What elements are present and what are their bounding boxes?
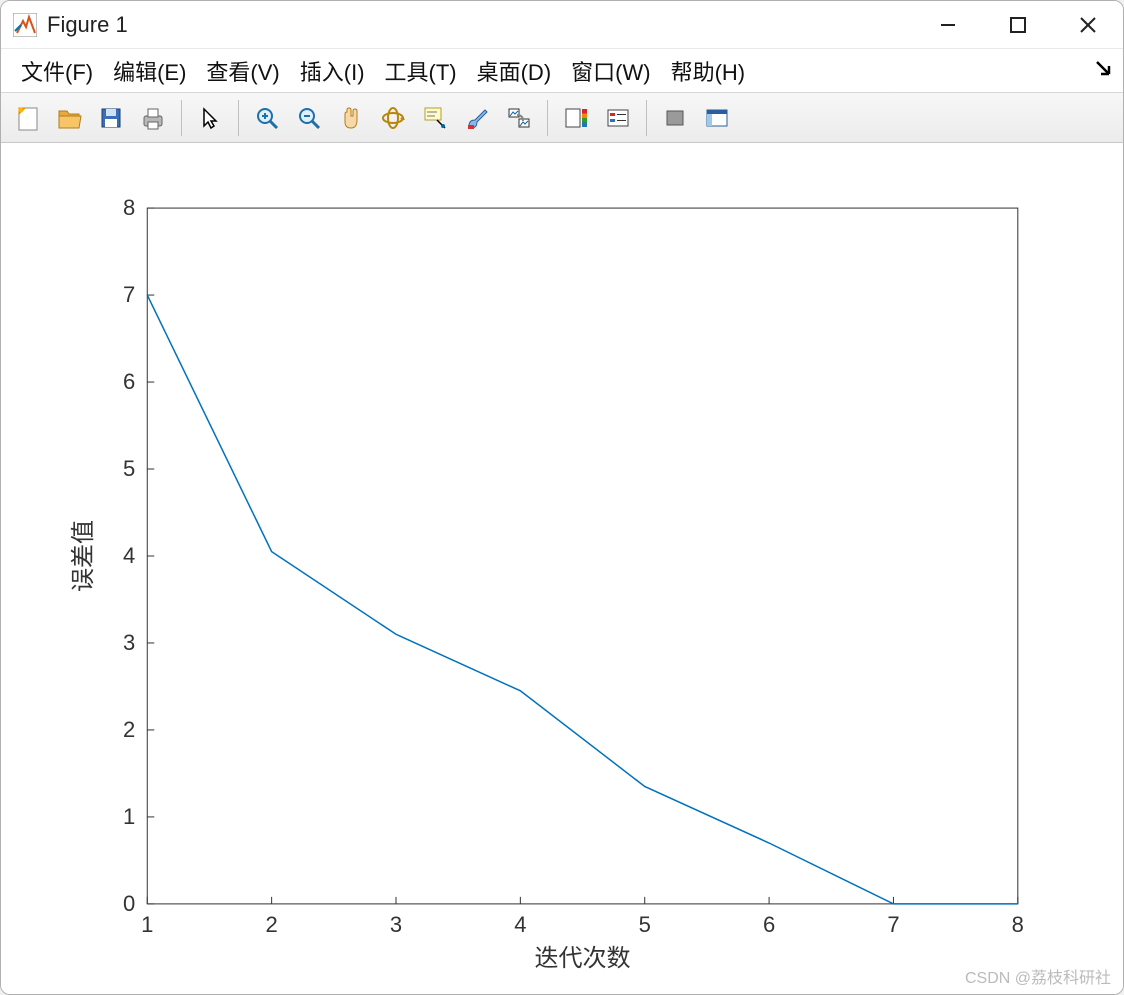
titlebar: Figure 1 [1, 1, 1123, 49]
svg-text:8: 8 [123, 195, 135, 220]
menu-desktop[interactable]: 桌面(D) [467, 51, 562, 91]
svg-text:1: 1 [123, 804, 135, 829]
show-plot-tools-button[interactable] [697, 98, 737, 138]
svg-text:8: 8 [1012, 912, 1024, 937]
rotate-3d-button[interactable] [373, 98, 413, 138]
svg-text:2: 2 [123, 717, 135, 742]
line-chart: 12345678012345678迭代次数误差值 [1, 143, 1123, 994]
save-button[interactable] [91, 98, 131, 138]
menu-help[interactable]: 帮助(H) [661, 51, 756, 91]
svg-text:0: 0 [123, 891, 135, 916]
menu-view[interactable]: 查看(V) [196, 51, 289, 91]
svg-text:5: 5 [639, 912, 651, 937]
svg-text:误差值: 误差值 [70, 520, 97, 592]
menubar: 文件(F) 编辑(E) 查看(V) 插入(I) 工具(T) 桌面(D) 窗口(W… [1, 49, 1123, 93]
svg-text:6: 6 [123, 369, 135, 394]
svg-text:1: 1 [141, 912, 153, 937]
svg-text:5: 5 [123, 456, 135, 481]
menu-file[interactable]: 文件(F) [11, 51, 103, 91]
zoom-in-button[interactable] [247, 98, 287, 138]
colorbar-button[interactable] [556, 98, 596, 138]
figure-window: Figure 1 文件(F) 编辑(E) 查看(V) 插入(I) 工具(T) 桌… [0, 0, 1124, 995]
svg-text:4: 4 [514, 912, 526, 937]
svg-text:2: 2 [265, 912, 277, 937]
minimize-button[interactable] [913, 1, 983, 49]
maximize-button[interactable] [983, 1, 1053, 49]
menu-insert[interactable]: 插入(I) [290, 51, 375, 91]
link-plots-button[interactable] [499, 98, 539, 138]
brush-button[interactable] [457, 98, 497, 138]
menu-window[interactable]: 窗口(W) [561, 51, 660, 91]
print-button[interactable] [133, 98, 173, 138]
menu-tools[interactable]: 工具(T) [375, 51, 467, 91]
legend-button[interactable] [598, 98, 638, 138]
svg-text:3: 3 [123, 630, 135, 655]
svg-text:7: 7 [887, 912, 899, 937]
dock-arrow-icon[interactable] [1095, 58, 1113, 84]
pointer-button[interactable] [190, 98, 230, 138]
new-figure-button[interactable] [7, 98, 47, 138]
pan-button[interactable] [331, 98, 371, 138]
watermark: CSDN @荔枝科研社 [965, 964, 1111, 988]
menu-edit[interactable]: 编辑(E) [103, 51, 196, 91]
hide-plot-tools-button[interactable] [655, 98, 695, 138]
svg-text:4: 4 [123, 543, 135, 568]
window-title: Figure 1 [47, 12, 128, 38]
svg-text:3: 3 [390, 912, 402, 937]
open-button[interactable] [49, 98, 89, 138]
data-cursor-button[interactable] [415, 98, 455, 138]
zoom-out-button[interactable] [289, 98, 329, 138]
svg-text:6: 6 [763, 912, 775, 937]
toolbar [1, 93, 1123, 143]
svg-text:7: 7 [123, 282, 135, 307]
axes-canvas[interactable]: 12345678012345678迭代次数误差值 CSDN @荔枝科研社 [1, 143, 1123, 994]
matlab-icon [13, 13, 37, 37]
svg-text:迭代次数: 迭代次数 [534, 945, 630, 972]
close-button[interactable] [1053, 1, 1123, 49]
